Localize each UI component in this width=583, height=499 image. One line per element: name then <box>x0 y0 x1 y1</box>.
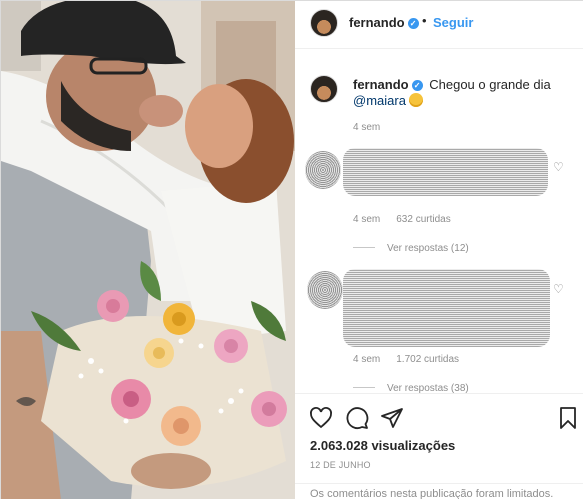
bookmark-icon[interactable] <box>556 406 580 430</box>
comments-limited-notice: Os comentários nesta publicação foram li… <box>295 483 583 499</box>
caption-mention-link[interactable]: @maiara <box>353 93 406 108</box>
follow-button[interactable]: Seguir <box>433 15 473 30</box>
view-count[interactable]: 2.063.028 visualizações <box>310 438 455 453</box>
replies-divider-line <box>353 387 375 388</box>
comment-icon[interactable] <box>345 406 369 430</box>
caption-username[interactable]: fernando ✓ <box>353 77 423 92</box>
comment-avatar-blurred[interactable] <box>307 271 343 309</box>
comment-likes[interactable]: 1.702 curtidas <box>396 354 459 365</box>
post-date: 12 DE JUNHO <box>310 460 371 470</box>
view-replies-link[interactable]: Ver respostas (12) <box>353 243 469 254</box>
post-header: fernando ✓ • Seguir <box>295 1 583 49</box>
verified-badge-icon: ✓ <box>407 18 419 29</box>
author-avatar[interactable] <box>310 9 338 37</box>
photo-illustration <box>1 1 295 499</box>
post-sidebar: fernando ✓ • Seguir fernando ✓ Chegou o gr… <box>295 1 583 499</box>
comment-like-heart-icon[interactable]: ♡ <box>553 161 565 173</box>
author-username[interactable]: fernando ✓ <box>349 15 419 30</box>
caption-timestamp: 4 sem <box>353 122 381 133</box>
verified-badge-icon: ✓ <box>411 80 423 91</box>
caption-avatar[interactable] <box>310 75 338 103</box>
paper-plane-icon[interactable] <box>380 406 404 430</box>
heart-icon[interactable] <box>309 406 333 430</box>
header-separator: • <box>422 13 427 28</box>
comment-timestamp: 4 sem <box>353 354 381 365</box>
caption-text: Chegou o grande dia <box>429 77 551 92</box>
comment-avatar-blurred[interactable] <box>305 151 341 189</box>
comment-text-blurred <box>343 269 550 347</box>
view-replies-label: Ver respostas (12) <box>387 243 469 254</box>
replies-divider-line <box>353 247 375 248</box>
comment-meta: 4 sem 632 curtidas <box>353 214 451 225</box>
post-actions: 2.063.028 visualizações 12 DE JUNHO Os c… <box>295 393 583 499</box>
comment-likes[interactable]: 632 curtidas <box>396 214 450 225</box>
star-struck-emoji-icon <box>408 93 423 107</box>
comment-meta: 4 sem 1.702 curtidas <box>353 354 459 365</box>
comment-like-heart-icon[interactable]: ♡ <box>553 283 565 295</box>
comment-text-blurred <box>343 148 548 196</box>
post-photo[interactable] <box>1 1 295 499</box>
instagram-post: fernando ✓ • Seguir fernando ✓ Chegou o gr… <box>0 0 583 499</box>
comment-timestamp: 4 sem <box>353 214 381 225</box>
